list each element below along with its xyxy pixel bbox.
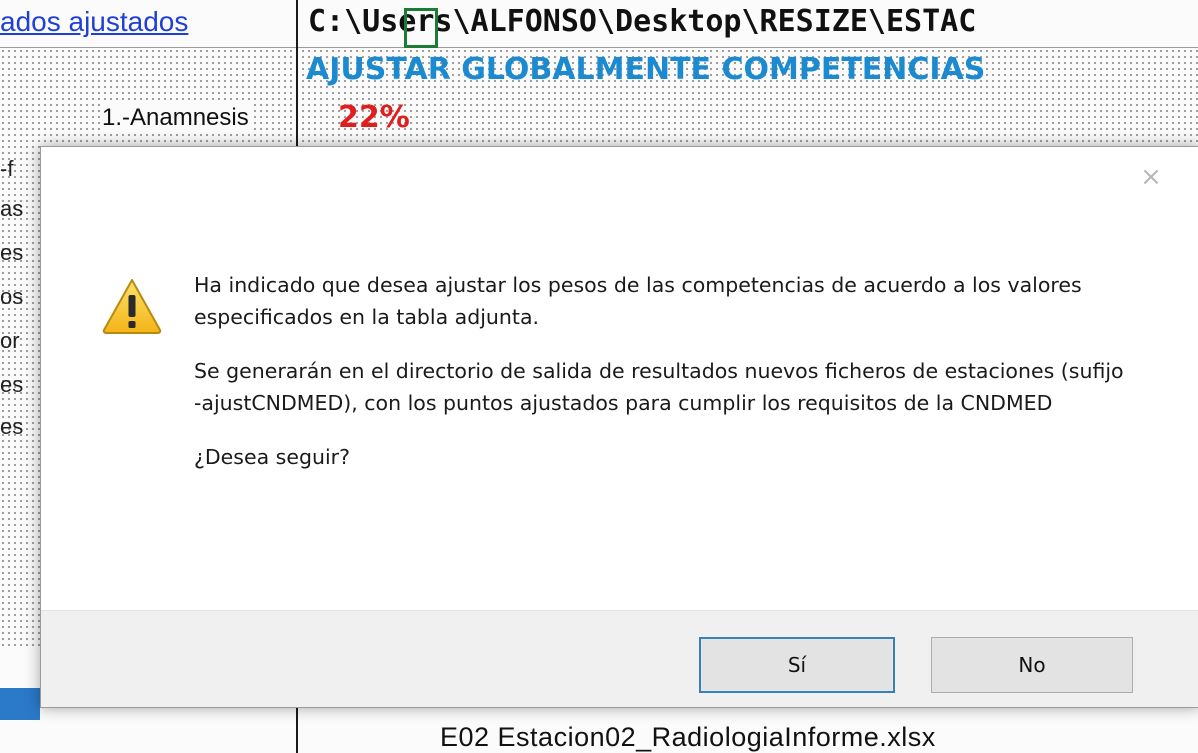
edge-text-fragment: es xyxy=(0,414,24,439)
message-question: ¿Desea seguir? xyxy=(194,445,350,469)
row-gridline xyxy=(0,47,1198,48)
dialog-button-bar: Sí No xyxy=(41,610,1198,707)
confirm-dialog: × Ha indicado que desea ajustar los peso… xyxy=(40,146,1198,708)
file-list-row[interactable]: E02 Estacion02_RadiologiaInforme.xlsx xyxy=(440,722,936,753)
message-paragraph: Ha indicado que desea ajustar los pesos … xyxy=(194,273,1082,329)
row-label-cell[interactable]: 1.-Anamnesis xyxy=(100,104,251,132)
no-button[interactable]: No xyxy=(931,637,1133,693)
cell-selection-cursor xyxy=(404,8,438,48)
row-value-cell[interactable]: 22% xyxy=(338,100,410,135)
results-link-cell[interactable]: ados ajustados xyxy=(0,6,188,38)
yes-button[interactable]: Sí xyxy=(699,637,895,693)
edge-text-fragment: es xyxy=(0,372,24,397)
message-paragraph: Se generarán en el directorio de salida … xyxy=(194,359,1124,415)
dialog-message: Ha indicado que desea ajustar los pesos … xyxy=(194,269,1124,495)
edge-text-fragment: os xyxy=(0,284,24,309)
sheet-tab-strip xyxy=(0,688,40,720)
edge-text-fragment: es xyxy=(0,240,24,265)
warning-icon xyxy=(102,279,162,334)
edge-text-fragment: -f xyxy=(0,156,14,181)
edge-text-fragment: as xyxy=(0,196,24,221)
close-icon[interactable]: × xyxy=(1139,164,1163,190)
edge-text-fragment: or xyxy=(0,328,20,353)
sheet-heading-cell[interactable]: AJUSTAR GLOBALMENTE COMPETENCIAS xyxy=(306,52,985,87)
path-cell[interactable]: C:\Users\ALFONSO\Desktop\RESIZE\ESTAC xyxy=(308,4,1198,39)
